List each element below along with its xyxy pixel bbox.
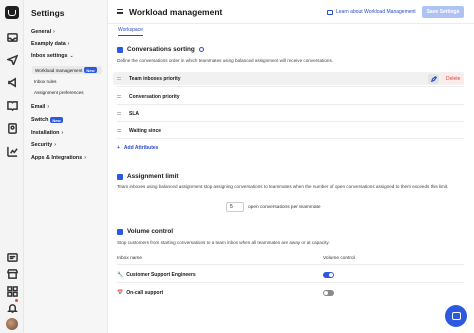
learn-more-link[interactable]: Learn about Workload Management [327, 9, 416, 15]
megaphone-icon[interactable] [6, 76, 18, 88]
section-title-volume: Volume control [117, 228, 173, 235]
sidebar-subitem-assignment-preferences[interactable]: Assignment preferences [34, 90, 84, 95]
chevron-right-icon: › [47, 104, 50, 110]
drag-handle-icon[interactable] [117, 112, 121, 115]
book-icon[interactable] [6, 99, 18, 111]
divider [117, 121, 464, 122]
app-icon-rail [0, 0, 24, 333]
store-icon[interactable] [6, 267, 18, 279]
sidebar-subitem-workload-management[interactable]: Workload management New [32, 66, 102, 74]
apps-icon[interactable] [6, 285, 18, 297]
chevron-right-icon: › [54, 142, 56, 148]
drag-handle-icon[interactable] [117, 129, 121, 132]
new-badge: New [50, 117, 63, 123]
inbox-icon[interactable] [6, 31, 18, 43]
sidebar-item-general[interactable]: General › [31, 29, 55, 35]
drag-handle-icon[interactable] [117, 95, 121, 98]
sidebar-item-apps-integrations[interactable]: Apps & Integrations › [31, 155, 86, 161]
sidebar-item-email[interactable]: Email › [31, 104, 49, 110]
delete-button[interactable]: Delete [442, 73, 465, 84]
chevron-right-icon: › [53, 29, 55, 35]
sort-row[interactable]: Team inboxes priority Delete [113, 72, 465, 85]
notification-dot [15, 299, 18, 302]
divider [117, 282, 464, 283]
chevron-right-icon: › [67, 41, 70, 47]
limit-suffix: open conversations per teammate [248, 205, 321, 210]
wrench-icon: 🔧 [117, 272, 124, 278]
column-header: Inbox name [117, 256, 143, 261]
chevron-right-icon: › [61, 130, 64, 136]
sidebar-title: Settings [31, 8, 65, 18]
divider [117, 104, 464, 105]
sidebar-item-switch[interactable]: Switch New [31, 117, 63, 123]
table-row: 📅 On-call support [117, 290, 164, 296]
section-description: Define the conversations order in which … [117, 58, 334, 63]
book-icon [327, 9, 333, 15]
section-description: Stop customers from starting conversatio… [117, 240, 330, 245]
bell-icon[interactable] [6, 302, 18, 314]
page-title: Workload management [129, 7, 223, 17]
sidebar-item-installation[interactable]: Installation › [31, 130, 63, 136]
drag-handle-icon[interactable] [117, 77, 121, 80]
reports-icon[interactable] [6, 145, 18, 157]
send-icon[interactable] [6, 53, 18, 65]
info-icon[interactable] [198, 47, 204, 52]
calendar-icon: 📅 [117, 290, 124, 296]
menu-icon[interactable] [117, 9, 123, 14]
column-header: Volume control [323, 256, 355, 261]
table-row: 🔧 Customer Support Engineers [117, 272, 196, 278]
sort-icon [117, 46, 123, 53]
chevron-right-icon: › [84, 155, 86, 161]
section-title-limit: Assignment limit [117, 173, 179, 180]
section-description: Team inboxes using balanced assignment s… [117, 184, 449, 189]
tab-workspace[interactable]: Workspace [118, 27, 143, 36]
plus-icon: + [117, 145, 120, 151]
page-header: Workload management Learn about Workload… [108, 0, 474, 24]
save-settings-button[interactable]: Save Settings [422, 6, 464, 18]
volume-toggle[interactable] [323, 290, 334, 296]
limit-input[interactable] [226, 202, 244, 212]
news-icon[interactable] [6, 251, 18, 263]
sort-row[interactable]: SLA [113, 107, 464, 120]
edit-button[interactable] [428, 73, 439, 84]
pencil-icon [430, 75, 437, 82]
divider [117, 264, 464, 265]
avatar[interactable] [6, 318, 18, 330]
settings-sidebar: Settings General › Examply data › Inbox se… [24, 0, 108, 333]
messenger-launcher-icon[interactable] [445, 305, 467, 327]
gauge-icon [117, 173, 123, 180]
sidebar-subitem-inbox-rules[interactable]: Inbox rules [34, 79, 56, 84]
sidebar-item-examply-data[interactable]: Examply data › [31, 41, 69, 47]
contacts-icon[interactable] [6, 122, 18, 134]
sort-row[interactable]: Waiting since [113, 124, 464, 137]
section-title-sorting: Conversations sorting [117, 46, 204, 53]
volume-toggle[interactable] [323, 272, 334, 278]
app-logo-icon[interactable] [5, 6, 19, 19]
sidebar-item-inbox-settings[interactable]: Inbox settings ⌄ [31, 53, 74, 59]
sidebar-item-security[interactable]: Security › [31, 142, 56, 148]
chevron-down-icon: ⌄ [69, 53, 74, 59]
divider [117, 138, 464, 139]
main-content: Workload management Learn about Workload… [108, 0, 474, 333]
sort-row[interactable]: Conversation priority [113, 90, 464, 103]
divider [117, 86, 464, 87]
add-attributes-button[interactable]: + Add Attributes [117, 145, 158, 151]
volume-icon [117, 228, 123, 235]
new-badge: New [84, 67, 97, 73]
